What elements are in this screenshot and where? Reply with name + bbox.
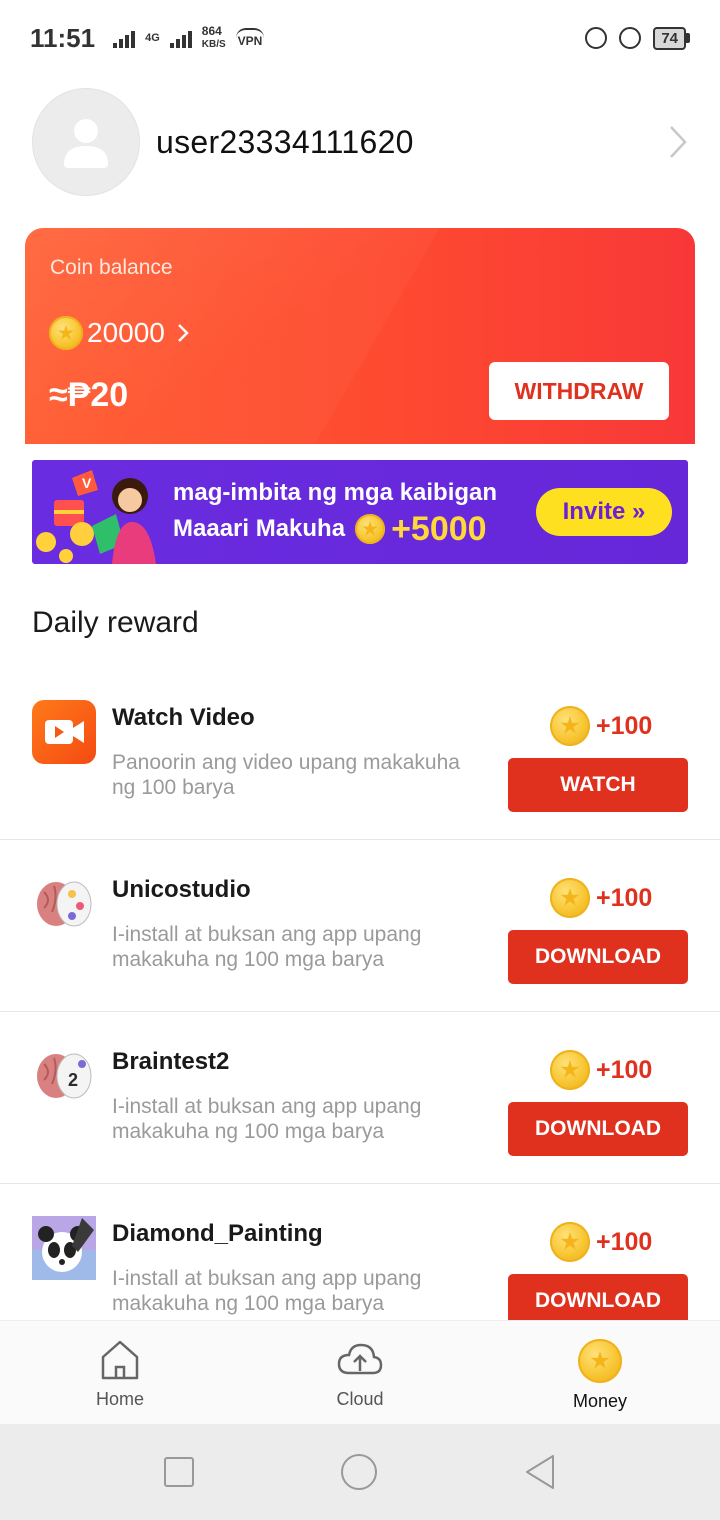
withdraw-button[interactable]: WITHDRAW bbox=[489, 362, 669, 420]
download-button[interactable]: DOWNLOAD bbox=[508, 1274, 688, 1320]
reward-amount: +100 bbox=[550, 1222, 652, 1262]
reward-description: I-install at buksan ang app upang makaku… bbox=[112, 923, 422, 971]
invite-illustration: V bbox=[36, 470, 156, 564]
network-type: 4G bbox=[145, 31, 160, 44]
reward-list: Watch Video Panoorin ang video upang mak… bbox=[0, 668, 720, 1320]
reward-description: I-install at buksan ang app upang makaku… bbox=[112, 1095, 422, 1143]
cloud-upload-icon bbox=[337, 1343, 383, 1375]
nav-label-cloud: Cloud bbox=[336, 1389, 384, 1409]
reward-item-diamond-painting: Diamond_Painting I-install at buksan ang… bbox=[0, 1184, 720, 1320]
signal-2-icon bbox=[169, 28, 192, 48]
coin-icon bbox=[550, 1222, 590, 1262]
reward-name: Unicostudio bbox=[112, 876, 251, 903]
status-bar: 11:51 4G 864 KB/S VPN 74 bbox=[0, 0, 720, 76]
reward-amount: +100 bbox=[550, 706, 652, 746]
coin-balance-card: Coin balance 20000 ≈₱20 WITHDRAW bbox=[25, 228, 695, 444]
reward-name: Watch Video bbox=[112, 704, 255, 731]
bottom-nav: Home Cloud Money bbox=[0, 1320, 720, 1424]
home-icon bbox=[101, 1340, 139, 1380]
rotation-lock-icon bbox=[585, 27, 608, 49]
coin-amount: 20000 bbox=[87, 317, 165, 348]
status-time: 11:51 bbox=[30, 22, 96, 53]
daily-reward-title: Daily reward bbox=[32, 606, 199, 639]
reward-description: Panoorin ang video upang makakuha ng 100… bbox=[112, 751, 460, 799]
reward-name: Braintest2 bbox=[112, 1048, 230, 1075]
coin-icon bbox=[355, 514, 386, 544]
invite-line-2: Maaari Makuha +5000 bbox=[173, 510, 497, 548]
invite-line-1: mag-imbita ng mga kaibigan bbox=[173, 479, 498, 506]
coin-icon bbox=[49, 316, 83, 350]
invite-bonus: +5000 bbox=[391, 510, 487, 548]
vpn-icon: VPN bbox=[235, 28, 265, 48]
nav-label-money: Money bbox=[572, 1391, 628, 1411]
avatar[interactable] bbox=[32, 88, 140, 196]
chevron-right-icon[interactable] bbox=[668, 125, 688, 159]
svg-text:2: 2 bbox=[68, 1070, 78, 1090]
signal-icon bbox=[113, 28, 136, 48]
brain-app-icon bbox=[37, 881, 92, 927]
panda-painting-icon bbox=[32, 1216, 96, 1280]
watch-button[interactable]: WATCH bbox=[508, 758, 688, 812]
coin-balance-label: Coin balance bbox=[50, 256, 173, 279]
coin-icon bbox=[578, 1339, 622, 1383]
invite-banner-text: mag-imbita ng mga kaibigan Maaari Makuha… bbox=[173, 478, 498, 548]
coin-balance-link[interactable]: 20000 bbox=[49, 316, 189, 350]
nav-item-home[interactable]: Home bbox=[0, 1321, 240, 1424]
nav-label-home: Home bbox=[95, 1389, 144, 1409]
video-camera-icon bbox=[32, 700, 96, 764]
reward-amount: +100 bbox=[550, 1050, 652, 1090]
coin-icon bbox=[550, 878, 590, 918]
user-icon bbox=[64, 119, 108, 168]
invite-banner[interactable]: V mag-imbita ng mga kaibigan Maaari Maku… bbox=[32, 460, 688, 564]
profile-row[interactable]: user23334111620 bbox=[32, 88, 688, 196]
network-speed: 864 KB/S bbox=[201, 24, 226, 51]
chevron-right-icon bbox=[177, 324, 189, 342]
battery-icon: 74 bbox=[653, 26, 690, 50]
home-button-icon[interactable] bbox=[340, 1453, 378, 1491]
download-button[interactable]: DOWNLOAD bbox=[508, 930, 688, 984]
download-button[interactable]: DOWNLOAD bbox=[508, 1102, 688, 1156]
system-nav-bar bbox=[0, 1424, 720, 1520]
coin-icon bbox=[550, 706, 590, 746]
svg-text:V: V bbox=[82, 475, 92, 491]
reward-item-watch-video: Watch Video Panoorin ang video upang mak… bbox=[0, 668, 720, 840]
invite-button[interactable]: Invite » bbox=[536, 488, 672, 536]
nav-item-cloud[interactable]: Cloud bbox=[240, 1321, 480, 1424]
back-icon[interactable] bbox=[523, 1454, 557, 1490]
reward-amount: +100 bbox=[550, 878, 652, 918]
brain-app-icon: 2 bbox=[37, 1053, 92, 1099]
nav-item-money[interactable]: Money bbox=[480, 1321, 720, 1424]
peso-equivalent: ≈₱20 bbox=[49, 376, 129, 414]
reward-name: Diamond_Painting bbox=[112, 1220, 323, 1247]
reward-description: I-install at buksan ang app upang makaku… bbox=[112, 1267, 422, 1315]
coin-icon bbox=[550, 1050, 590, 1090]
recent-apps-icon[interactable] bbox=[163, 1456, 195, 1488]
reward-item-unicostudio: Unicostudio I-install at buksan ang app … bbox=[0, 840, 720, 1012]
username: user23334111620 bbox=[156, 123, 414, 160]
reward-item-braintest2: 2 Braintest2 I-install at buksan ang app… bbox=[0, 1012, 720, 1184]
alarm-icon bbox=[619, 27, 642, 49]
